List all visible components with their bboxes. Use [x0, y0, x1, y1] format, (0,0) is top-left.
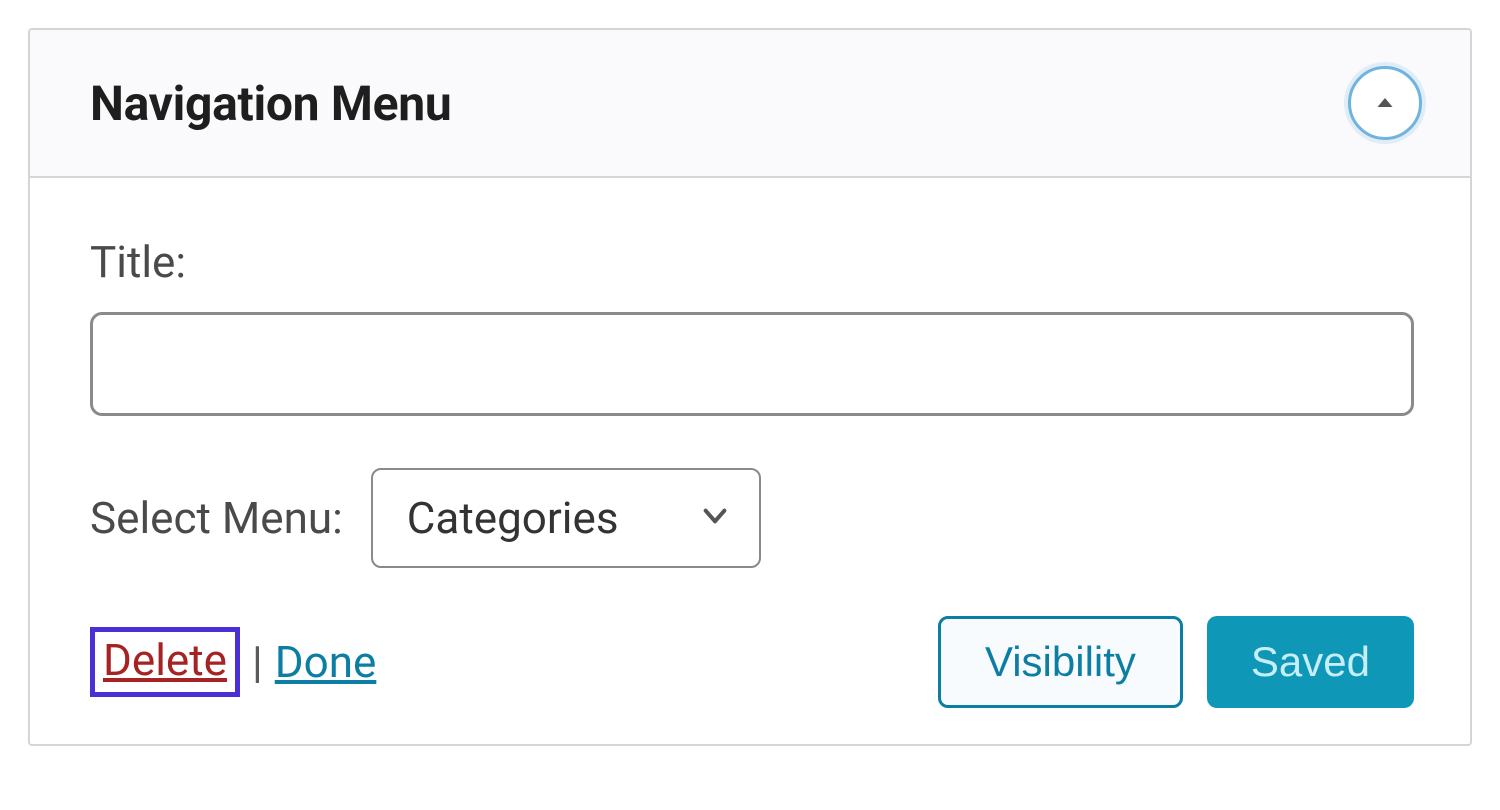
done-link[interactable]: Done	[275, 636, 377, 688]
visibility-button[interactable]: Visibility	[938, 616, 1183, 708]
widget-title: Navigation Menu	[90, 75, 451, 132]
delete-link[interactable]: Delete	[90, 627, 240, 697]
left-actions: Delete | Done	[90, 627, 376, 697]
navigation-menu-widget: Navigation Menu Title: Select Menu: Cate…	[28, 28, 1472, 746]
right-actions: Visibility Saved	[938, 616, 1414, 708]
title-input[interactable]	[90, 312, 1414, 416]
select-menu-dropdown[interactable]: Categories	[371, 468, 761, 568]
select-menu-row: Select Menu: Categories	[90, 468, 1414, 568]
title-label: Title:	[90, 236, 1414, 288]
widget-body: Title: Select Menu: Categories Delete | …	[30, 178, 1470, 744]
collapse-button[interactable]	[1348, 66, 1422, 140]
saved-button[interactable]: Saved	[1207, 616, 1414, 708]
widget-header: Navigation Menu	[30, 30, 1470, 178]
select-menu-wrap: Categories	[371, 468, 761, 568]
chevron-up-icon	[1373, 91, 1397, 115]
select-menu-label: Select Menu:	[90, 492, 343, 544]
actions-row: Delete | Done Visibility Saved	[90, 616, 1414, 708]
action-separator: |	[252, 636, 263, 688]
